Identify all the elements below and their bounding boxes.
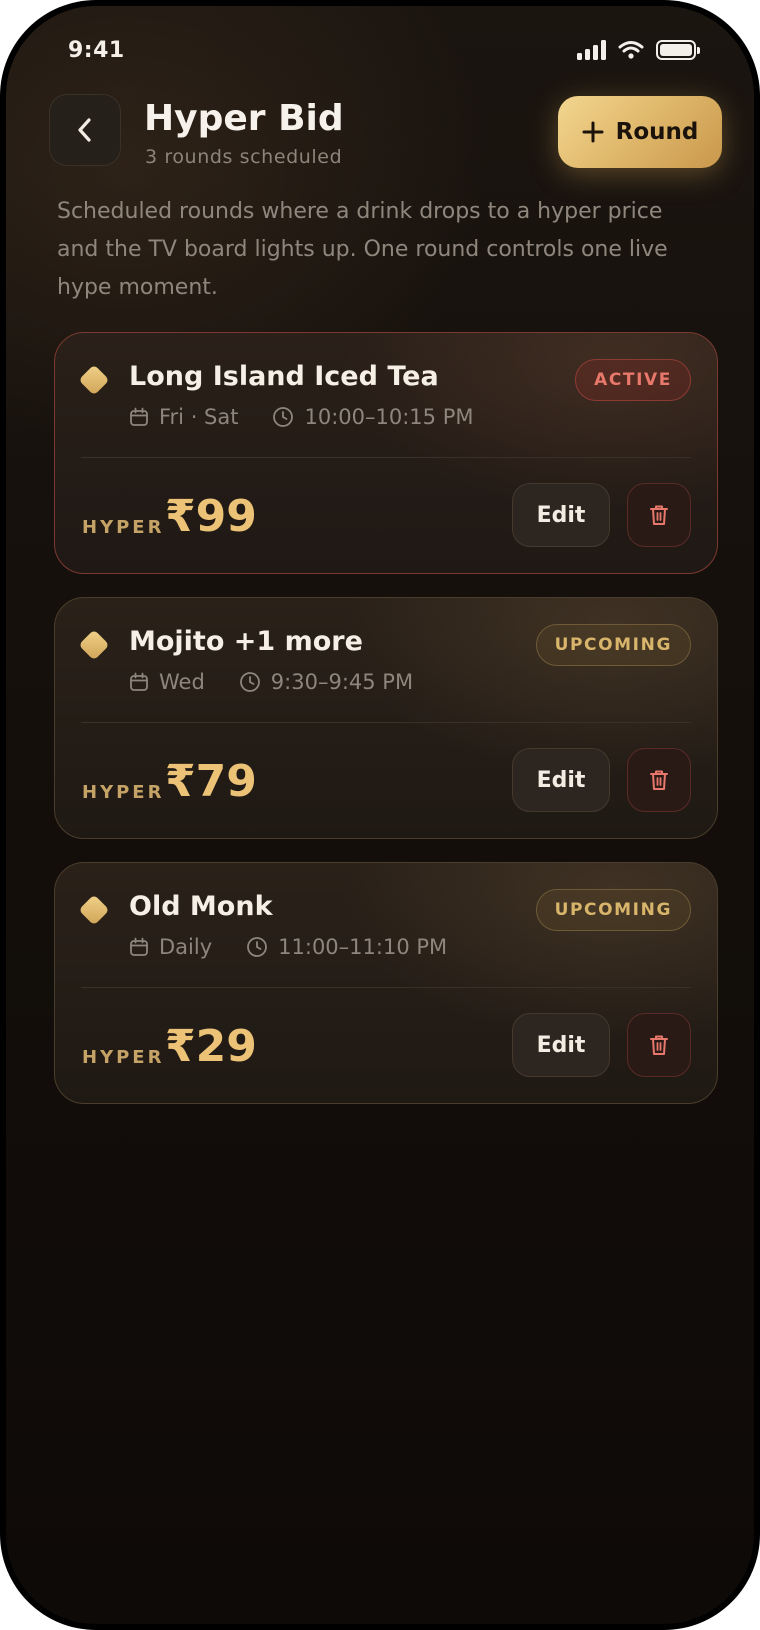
calendar-icon <box>130 672 148 691</box>
round-time: 10:00–10:15 PM <box>304 405 474 429</box>
round-name: Mojito +1 more <box>129 626 363 657</box>
round-name: Long Island Iced Tea <box>129 361 439 392</box>
calendar-icon <box>130 407 148 426</box>
diamond-icon <box>78 894 110 926</box>
clock-icon <box>273 407 294 427</box>
status-bar: 9:41 <box>64 38 700 68</box>
price-label: HYPER <box>82 517 165 538</box>
page-description: Scheduled rounds where a drink drops to … <box>57 199 668 300</box>
status-icons <box>577 40 700 60</box>
back-button[interactable] <box>49 94 121 166</box>
card-divider <box>81 987 691 988</box>
battery-icon <box>656 40 700 60</box>
status-badge: ACTIVE <box>575 359 691 401</box>
hyper-price: ₹99 <box>165 491 257 542</box>
clock-icon <box>239 672 260 692</box>
add-round-button[interactable]: Round <box>558 96 722 168</box>
edit-button[interactable]: Edit <box>512 1013 610 1077</box>
page-title: Hyper Bid <box>144 98 344 139</box>
round-time: 9:30–9:45 PM <box>270 670 414 694</box>
app-screen: 9:41 Hyper Bid 3 rounds scheduled Round … <box>6 6 754 1624</box>
round-schedule: Daily 11:00–11:10 PM <box>129 935 447 959</box>
card-divider <box>81 722 691 723</box>
delete-button[interactable] <box>627 748 691 812</box>
add-round-label: Round <box>615 119 699 145</box>
round-days: Fri · Sat <box>159 405 239 429</box>
page-subtitle: 3 rounds scheduled <box>145 146 343 168</box>
device-frame: 9:41 Hyper Bid 3 rounds scheduled Round … <box>0 0 760 1630</box>
signal-icon <box>577 40 606 60</box>
plus-icon <box>582 121 604 143</box>
hyper-price: ₹29 <box>165 1021 257 1072</box>
round-time: 11:00–11:10 PM <box>278 935 448 959</box>
back-chevron-icon <box>78 118 91 142</box>
delete-button[interactable] <box>627 483 691 547</box>
round-schedule: Wed 9:30–9:45 PM <box>129 670 413 694</box>
price-label: HYPER <box>82 1047 165 1068</box>
status-time: 9:41 <box>68 38 125 63</box>
round-name: Old Monk <box>129 891 273 922</box>
edit-button[interactable]: Edit <box>512 748 610 812</box>
round-schedule: Fri · Sat 10:00–10:15 PM <box>129 405 473 429</box>
trash-icon <box>650 505 668 525</box>
status-badge: UPCOMING <box>535 624 691 666</box>
round-days: Daily <box>159 935 213 959</box>
calendar-icon <box>130 937 148 956</box>
clock-icon <box>247 937 268 957</box>
round-days: Wed <box>159 670 205 694</box>
trash-icon <box>650 1035 668 1055</box>
round-card: Long Island Iced Tea Fri · Sat 10:00–10:… <box>54 332 718 574</box>
round-card: Old Monk Daily 11:00–11:10 PM UPCOMING H… <box>54 862 718 1104</box>
delete-button[interactable] <box>627 1013 691 1077</box>
diamond-icon <box>78 629 110 661</box>
diamond-icon <box>78 364 110 396</box>
round-card: Mojito +1 more Wed 9:30–9:45 PM UPCOMING… <box>54 597 718 839</box>
trash-icon <box>650 770 668 790</box>
status-badge: UPCOMING <box>535 889 691 931</box>
edit-button[interactable]: Edit <box>512 483 610 547</box>
card-divider <box>81 457 691 458</box>
wifi-icon <box>618 41 644 59</box>
hyper-price: ₹79 <box>165 756 257 807</box>
price-label: HYPER <box>82 782 165 803</box>
